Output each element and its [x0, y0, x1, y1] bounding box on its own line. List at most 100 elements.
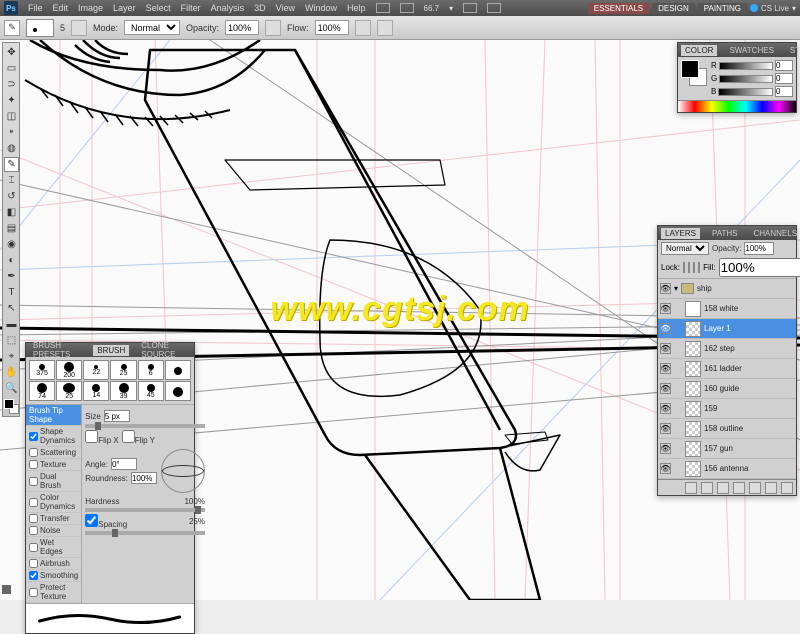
- lock-trans-icon[interactable]: [683, 262, 685, 273]
- visibility-icon[interactable]: 👁: [660, 383, 671, 394]
- size-input[interactable]: [104, 410, 130, 422]
- layer-name[interactable]: 156 antenna: [704, 464, 749, 473]
- r-slider[interactable]: [719, 62, 773, 70]
- brush-preset[interactable]: 375: [29, 360, 55, 380]
- flow-input[interactable]: [315, 20, 349, 35]
- size-slider[interactable]: [85, 424, 205, 428]
- history-brush-tool[interactable]: ↺: [4, 189, 19, 204]
- layer-name[interactable]: 158 outline: [704, 424, 743, 433]
- fg-bg-swatch[interactable]: [681, 60, 707, 86]
- layer-row[interactable]: 👁 160 guide: [658, 379, 796, 399]
- visibility-icon[interactable]: 👁: [660, 323, 671, 334]
- visibility-icon[interactable]: 👁: [660, 363, 671, 374]
- brush-option[interactable]: Noise: [26, 525, 81, 537]
- visibility-icon[interactable]: 👁: [660, 303, 671, 314]
- zoom-dropdown-icon[interactable]: ▾: [449, 4, 453, 13]
- brush-preset[interactable]: 22: [83, 360, 109, 380]
- tab-clone-source[interactable]: CLONE SOURCE: [137, 340, 191, 360]
- workspace-painting[interactable]: PAINTING: [698, 3, 747, 14]
- disclosure-icon[interactable]: ▾: [674, 284, 678, 293]
- shape-tool[interactable]: ▬: [4, 317, 19, 332]
- layer-row[interactable]: 👁158 white: [658, 299, 796, 319]
- menu-file[interactable]: File: [28, 3, 43, 13]
- layer-row[interactable]: 👁Layer 1: [658, 319, 796, 339]
- brush-preset[interactable]: [165, 381, 191, 401]
- 3d-camera-tool[interactable]: ⌖: [4, 349, 19, 364]
- menu-help[interactable]: Help: [347, 3, 366, 13]
- flipx-check[interactable]: Flip X: [85, 430, 118, 445]
- lock-pos-icon[interactable]: [693, 262, 695, 273]
- menu-image[interactable]: Image: [78, 3, 103, 13]
- layer-name[interactable]: 159: [704, 404, 717, 413]
- layer-row[interactable]: 👁 158 outline: [658, 419, 796, 439]
- hand-tool[interactable]: ✋: [4, 365, 19, 380]
- brush-preset[interactable]: 6: [138, 360, 164, 380]
- fill-input[interactable]: [719, 258, 800, 277]
- b-slider[interactable]: [718, 88, 773, 96]
- adjust-icon[interactable]: [733, 482, 745, 494]
- layer-group[interactable]: 👁 ▾ ship: [658, 279, 796, 299]
- angle-input[interactable]: [111, 458, 137, 470]
- tab-styles[interactable]: STYLES: [786, 45, 800, 56]
- tab-color[interactable]: COLOR: [681, 45, 717, 56]
- trash-icon[interactable]: [781, 482, 793, 494]
- hard-slider[interactable]: [85, 508, 205, 512]
- zoom-tool[interactable]: 🔍: [4, 381, 19, 396]
- brush-option[interactable]: Texture: [26, 459, 81, 471]
- lock-all-icon[interactable]: [698, 262, 700, 273]
- tab-brush-presets[interactable]: BRUSH PRESETS: [29, 340, 85, 360]
- r-input[interactable]: [775, 60, 793, 71]
- menu-3d[interactable]: 3D: [254, 3, 266, 13]
- opacity-input[interactable]: [225, 20, 259, 35]
- marquee-tool[interactable]: ▭: [4, 61, 19, 76]
- menu-analysis[interactable]: Analysis: [211, 3, 245, 13]
- layer-list[interactable]: 👁 ▾ ship 👁158 white👁Layer 1👁162 step👁161…: [658, 279, 796, 479]
- visibility-icon[interactable]: 👁: [660, 443, 671, 454]
- airbrush-icon[interactable]: [355, 20, 371, 36]
- angle-preview[interactable]: [161, 449, 205, 493]
- layer-name[interactable]: 160 guide: [704, 384, 739, 393]
- layer-row[interactable]: 👁 161 ladder: [658, 359, 796, 379]
- 3d-tool[interactable]: ⬚: [4, 333, 19, 348]
- layer-name[interactable]: 157 gun: [704, 444, 733, 453]
- tab-brush[interactable]: BRUSH: [93, 345, 129, 356]
- layer-name[interactable]: 161 ladder: [704, 364, 742, 373]
- panel-icon[interactable]: [400, 3, 414, 13]
- menu-filter[interactable]: Filter: [181, 3, 201, 13]
- flipy-check[interactable]: Flip Y: [122, 430, 155, 445]
- menu-window[interactable]: Window: [305, 3, 337, 13]
- panel-icon[interactable]: [376, 3, 390, 13]
- lasso-tool[interactable]: ⊃: [4, 77, 19, 92]
- pen-tool[interactable]: ✒: [4, 269, 19, 284]
- tab-layers[interactable]: LAYERS: [661, 228, 700, 239]
- brush-option[interactable]: Shape Dynamics: [26, 426, 81, 447]
- gradient-tool[interactable]: ▤: [4, 221, 19, 236]
- layer-row[interactable]: 👁159: [658, 399, 796, 419]
- new-layer-icon[interactable]: [765, 482, 777, 494]
- brush-option[interactable]: Airbrush: [26, 558, 81, 570]
- screen-mode-icon[interactable]: [487, 3, 501, 13]
- tab-swatches[interactable]: SWATCHES: [725, 45, 777, 56]
- blend-mode-select[interactable]: Normal: [124, 20, 180, 35]
- menu-edit[interactable]: Edit: [53, 3, 69, 13]
- move-tool[interactable]: ✥: [4, 45, 19, 60]
- layer-row[interactable]: 👁156 antenna: [658, 459, 796, 479]
- brush-option[interactable]: Dual Brush: [26, 471, 81, 492]
- visibility-icon[interactable]: 👁: [660, 423, 671, 434]
- tool-preset-icon[interactable]: ✎: [4, 20, 20, 36]
- color-swatch[interactable]: [4, 399, 19, 414]
- brush-option[interactable]: Smoothing: [26, 570, 81, 582]
- arrange-icon[interactable]: [463, 3, 477, 13]
- eyedropper-tool[interactable]: ⁍: [4, 125, 19, 140]
- brush-preset[interactable]: 25: [110, 360, 136, 380]
- eraser-tool[interactable]: ◧: [4, 205, 19, 220]
- g-slider[interactable]: [719, 75, 773, 83]
- brush-preset-picker[interactable]: [26, 19, 54, 37]
- brush-preset[interactable]: 200: [56, 360, 82, 380]
- menu-view[interactable]: View: [276, 3, 295, 13]
- fx-icon[interactable]: [701, 482, 713, 494]
- brush-preset[interactable]: [165, 360, 191, 380]
- dodge-tool[interactable]: ◐: [4, 253, 19, 268]
- workspace-essentials[interactable]: ESSENTIALS: [588, 3, 649, 14]
- brush-preset[interactable]: 25: [56, 381, 82, 401]
